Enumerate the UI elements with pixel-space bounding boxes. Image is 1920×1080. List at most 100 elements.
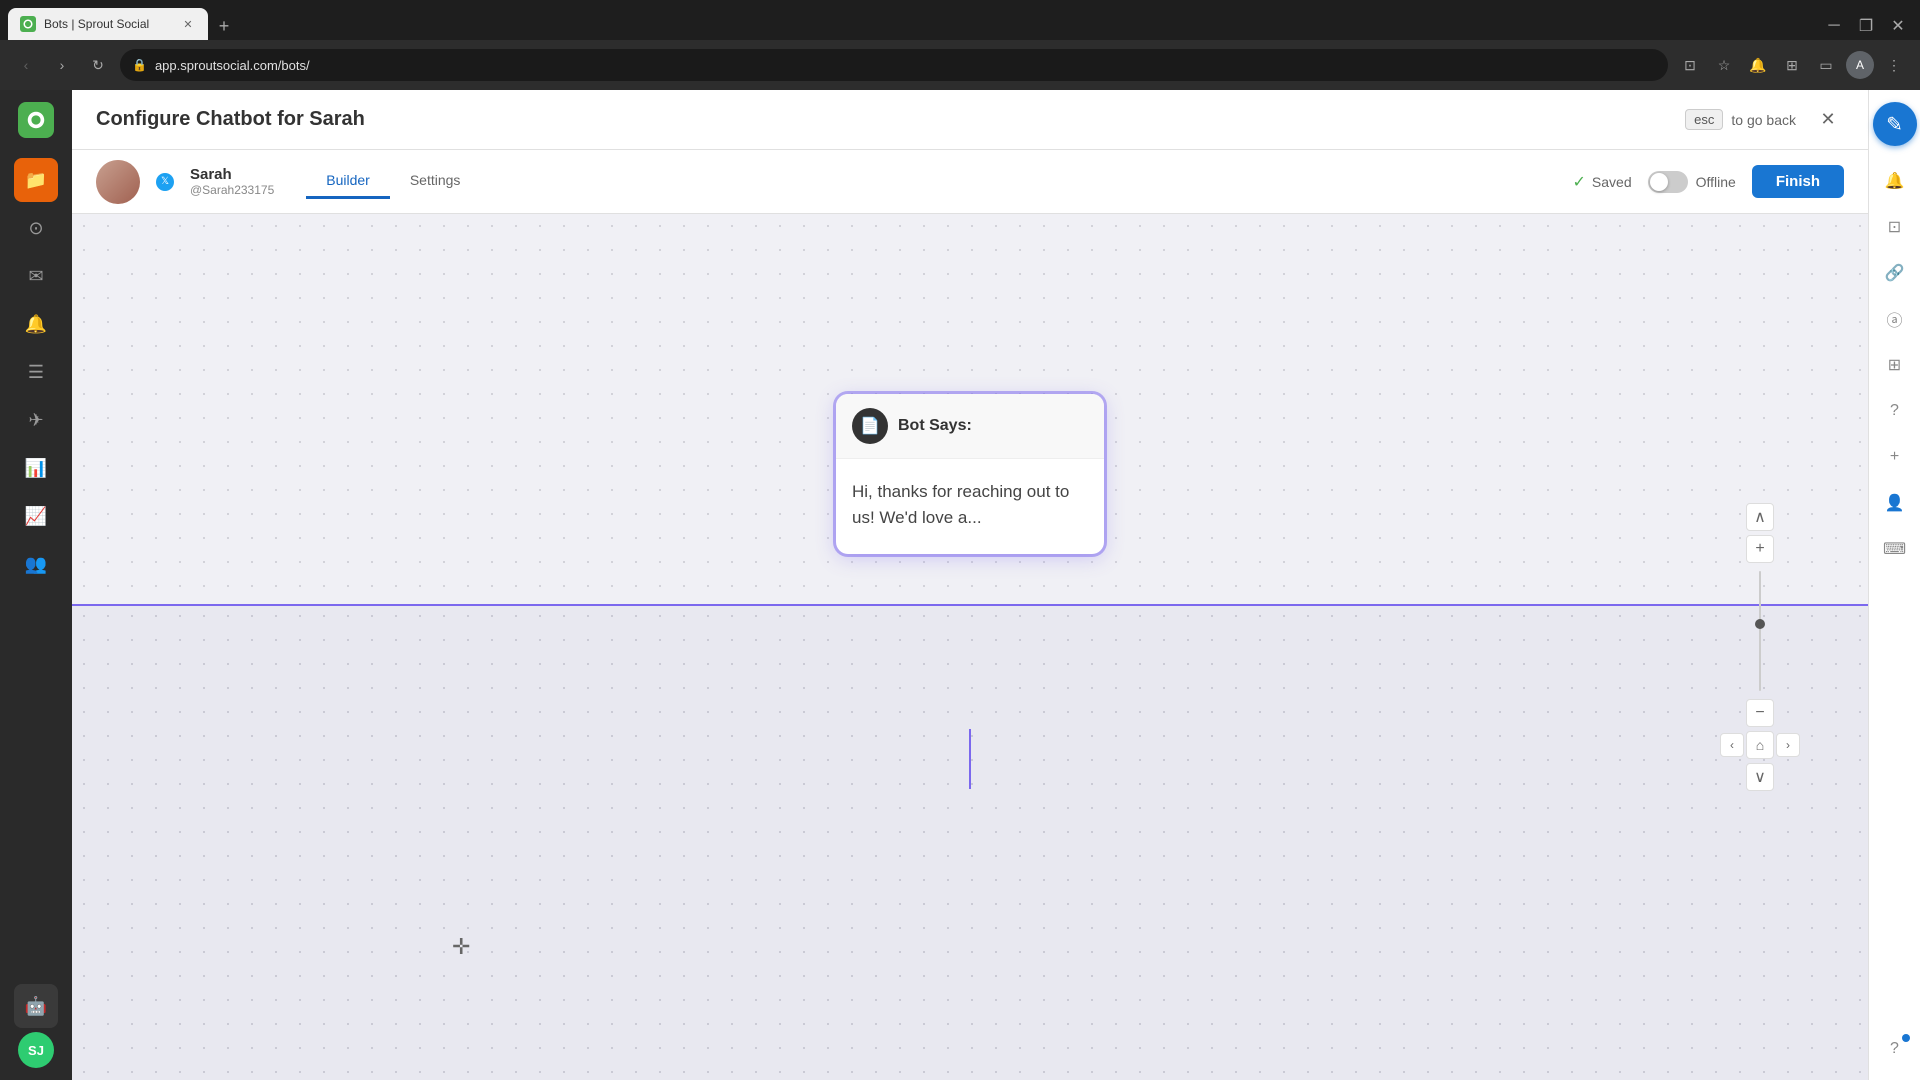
menu-icon[interactable]: ⋮ xyxy=(1880,51,1908,79)
zoom-controls: ∧ + − ‹ ⌂ › ∨ xyxy=(1720,503,1800,791)
bot-handle: @Sarah233175 xyxy=(190,183,274,197)
profile-button[interactable]: A xyxy=(1846,51,1874,79)
star-icon[interactable]: ☆ xyxy=(1710,51,1738,79)
finish-button[interactable]: Finish xyxy=(1752,165,1844,198)
zoom-handle[interactable] xyxy=(1755,619,1765,629)
bot-info: Sarah @Sarah233175 xyxy=(190,166,274,197)
esc-hint-text: to go back xyxy=(1731,112,1796,128)
extension-warning-icon[interactable]: 🔔 xyxy=(1744,51,1772,79)
bot-card[interactable]: 📄 Bot Says: Hi, thanks for reaching out … xyxy=(836,394,1104,554)
window-controls: ─ ❐ ✕ xyxy=(1820,12,1912,40)
close-button[interactable]: ✕ xyxy=(1884,12,1912,40)
bot-icon: 🤖 xyxy=(25,996,47,1017)
maximize-button[interactable]: ❐ xyxy=(1852,12,1880,40)
right-panel-link[interactable]: 🔗 xyxy=(1876,254,1914,292)
right-panel-help2[interactable]: ? xyxy=(1876,1030,1914,1068)
sidebar-item-reports[interactable]: 📊 xyxy=(14,446,58,490)
sidebar: 📁 ⊙ ✉ 🔔 ☰ ✈ 📊 📈 👥 🤖 SJ xyxy=(0,90,72,1080)
address-bar[interactable]: 🔒 app.sproutsocial.com/bots/ xyxy=(120,49,1668,81)
sidebar-item-analytics[interactable]: 📈 xyxy=(14,494,58,538)
forward-button[interactable]: › xyxy=(48,51,76,79)
browser-chrome: Bots | Sprout Social ✕ + ─ ❐ ✕ ‹ › ↻ 🔒 a… xyxy=(0,0,1920,90)
right-panel-bell[interactable]: 🔔 xyxy=(1876,162,1914,200)
bot-card-header: 📄 Bot Says: xyxy=(836,394,1104,459)
check-icon: ✓ xyxy=(1573,172,1586,192)
minimize-button[interactable]: ─ xyxy=(1820,12,1848,40)
esc-key: esc xyxy=(1685,109,1723,130)
main-content: Configure Chatbot for Sarah esc to go ba… xyxy=(72,90,1868,1080)
sidebar-item-feeds[interactable]: ☰ xyxy=(14,350,58,394)
sidebar-item-bots[interactable]: 🤖 xyxy=(14,984,58,1028)
link-icon: 🔗 xyxy=(1885,263,1905,283)
refresh-button[interactable]: ↻ xyxy=(84,51,112,79)
browser-controls: ‹ › ↻ 🔒 app.sproutsocial.com/bots/ ⊡ ☆ 🔔… xyxy=(0,40,1920,90)
right-panel-grid[interactable]: ⊞ xyxy=(1876,346,1914,384)
canvas-container: 📄 Bot Says: Hi, thanks for reaching out … xyxy=(72,214,1868,1080)
zoom-up-button[interactable]: ∧ xyxy=(1746,503,1774,531)
right-panel-activity[interactable]: ⊡ xyxy=(1876,208,1914,246)
sidebar-item-audience[interactable]: 👥 xyxy=(14,542,58,586)
bot-editor: 𝕏 Sarah @Sarah233175 Builder Settings ✓ … xyxy=(72,150,1868,1080)
canvas-divider xyxy=(72,604,1868,606)
users-icon: 👤 xyxy=(1885,493,1905,513)
sprout-logo[interactable] xyxy=(18,102,54,138)
tab-builder[interactable]: Builder xyxy=(306,164,390,199)
avatar-image xyxy=(96,160,140,204)
nav-right-button[interactable]: › xyxy=(1776,733,1800,757)
screen-icon[interactable]: ▭ xyxy=(1812,51,1840,79)
new-tab-button[interactable]: + xyxy=(210,12,238,40)
twitter-icon: 𝕏 xyxy=(156,173,174,191)
page-title: Configure Chatbot for Sarah xyxy=(96,108,1685,131)
canvas-lower xyxy=(72,604,1868,1080)
right-panel-add[interactable]: + xyxy=(1876,438,1914,476)
list-icon: ☰ xyxy=(28,362,44,383)
tab-close-button[interactable]: ✕ xyxy=(180,16,196,32)
nav-left-button[interactable]: ‹ xyxy=(1720,733,1744,757)
compose-fab[interactable]: ✎ xyxy=(1873,102,1917,146)
bar-chart-icon: 📊 xyxy=(25,458,47,479)
zoom-minus-button[interactable]: − xyxy=(1746,699,1774,727)
dashboard-icon: ⊙ xyxy=(28,218,43,239)
header-close-button[interactable]: ✕ xyxy=(1812,104,1844,136)
right-panel-at[interactable]: ⓐ xyxy=(1876,300,1914,338)
tab-settings[interactable]: Settings xyxy=(390,164,481,199)
tab-title: Bots | Sprout Social xyxy=(44,17,172,31)
right-panel-help[interactable]: ? xyxy=(1876,392,1914,430)
browser-tabs: Bots | Sprout Social ✕ + ─ ❐ ✕ xyxy=(0,0,1920,40)
bell-icon: 🔔 xyxy=(25,314,47,335)
browser-actions: ⊡ ☆ 🔔 ⊞ ▭ A ⋮ xyxy=(1676,51,1908,79)
offline-toggle: Offline xyxy=(1648,171,1736,193)
right-panel-keyboard[interactable]: ⌨ xyxy=(1876,530,1914,568)
sidebar-item-dashboard[interactable]: ⊙ xyxy=(14,206,58,250)
right-panel-users[interactable]: 👤 xyxy=(1876,484,1914,522)
offline-label: Offline xyxy=(1696,174,1736,190)
analytics-icon: 📈 xyxy=(25,506,47,527)
tab-favicon xyxy=(20,16,36,32)
bot-card-text: Hi, thanks for reaching out to us! We'd … xyxy=(852,482,1069,527)
bot-avatar xyxy=(96,160,140,204)
status-toggle[interactable] xyxy=(1648,171,1688,193)
sidebar-item-folder[interactable]: 📁 xyxy=(14,158,58,202)
active-tab[interactable]: Bots | Sprout Social ✕ xyxy=(8,8,208,40)
bell-icon: 🔔 xyxy=(1885,171,1905,191)
user-avatar[interactable]: SJ xyxy=(18,1032,54,1068)
zoom-plus-button[interactable]: + xyxy=(1746,535,1774,563)
url-text: app.sproutsocial.com/bots/ xyxy=(155,58,310,73)
help2-icon: ? xyxy=(1890,1040,1899,1058)
zoom-track[interactable] xyxy=(1759,571,1761,691)
help-icon: ? xyxy=(1890,402,1899,420)
bot-tabs: Builder Settings xyxy=(306,164,480,199)
back-button[interactable]: ‹ xyxy=(12,51,40,79)
sidebar-item-publish[interactable]: ✈ xyxy=(14,398,58,442)
add-icon: + xyxy=(1890,448,1899,466)
zoom-down-button[interactable]: ∨ xyxy=(1746,763,1774,791)
sidebar-item-inbox[interactable]: ✉ xyxy=(14,254,58,298)
keyboard-icon: ⌨ xyxy=(1883,539,1906,559)
bot-name: Sarah xyxy=(190,166,274,183)
app-container: 📁 ⊙ ✉ 🔔 ☰ ✈ 📊 📈 👥 🤖 SJ xyxy=(0,90,1920,1080)
grid-icon: ⊞ xyxy=(1888,355,1901,375)
home-button[interactable]: ⌂ xyxy=(1746,731,1774,759)
extensions-icon[interactable]: ⊞ xyxy=(1778,51,1806,79)
cast-icon[interactable]: ⊡ xyxy=(1676,51,1704,79)
sidebar-item-notifications[interactable]: 🔔 xyxy=(14,302,58,346)
